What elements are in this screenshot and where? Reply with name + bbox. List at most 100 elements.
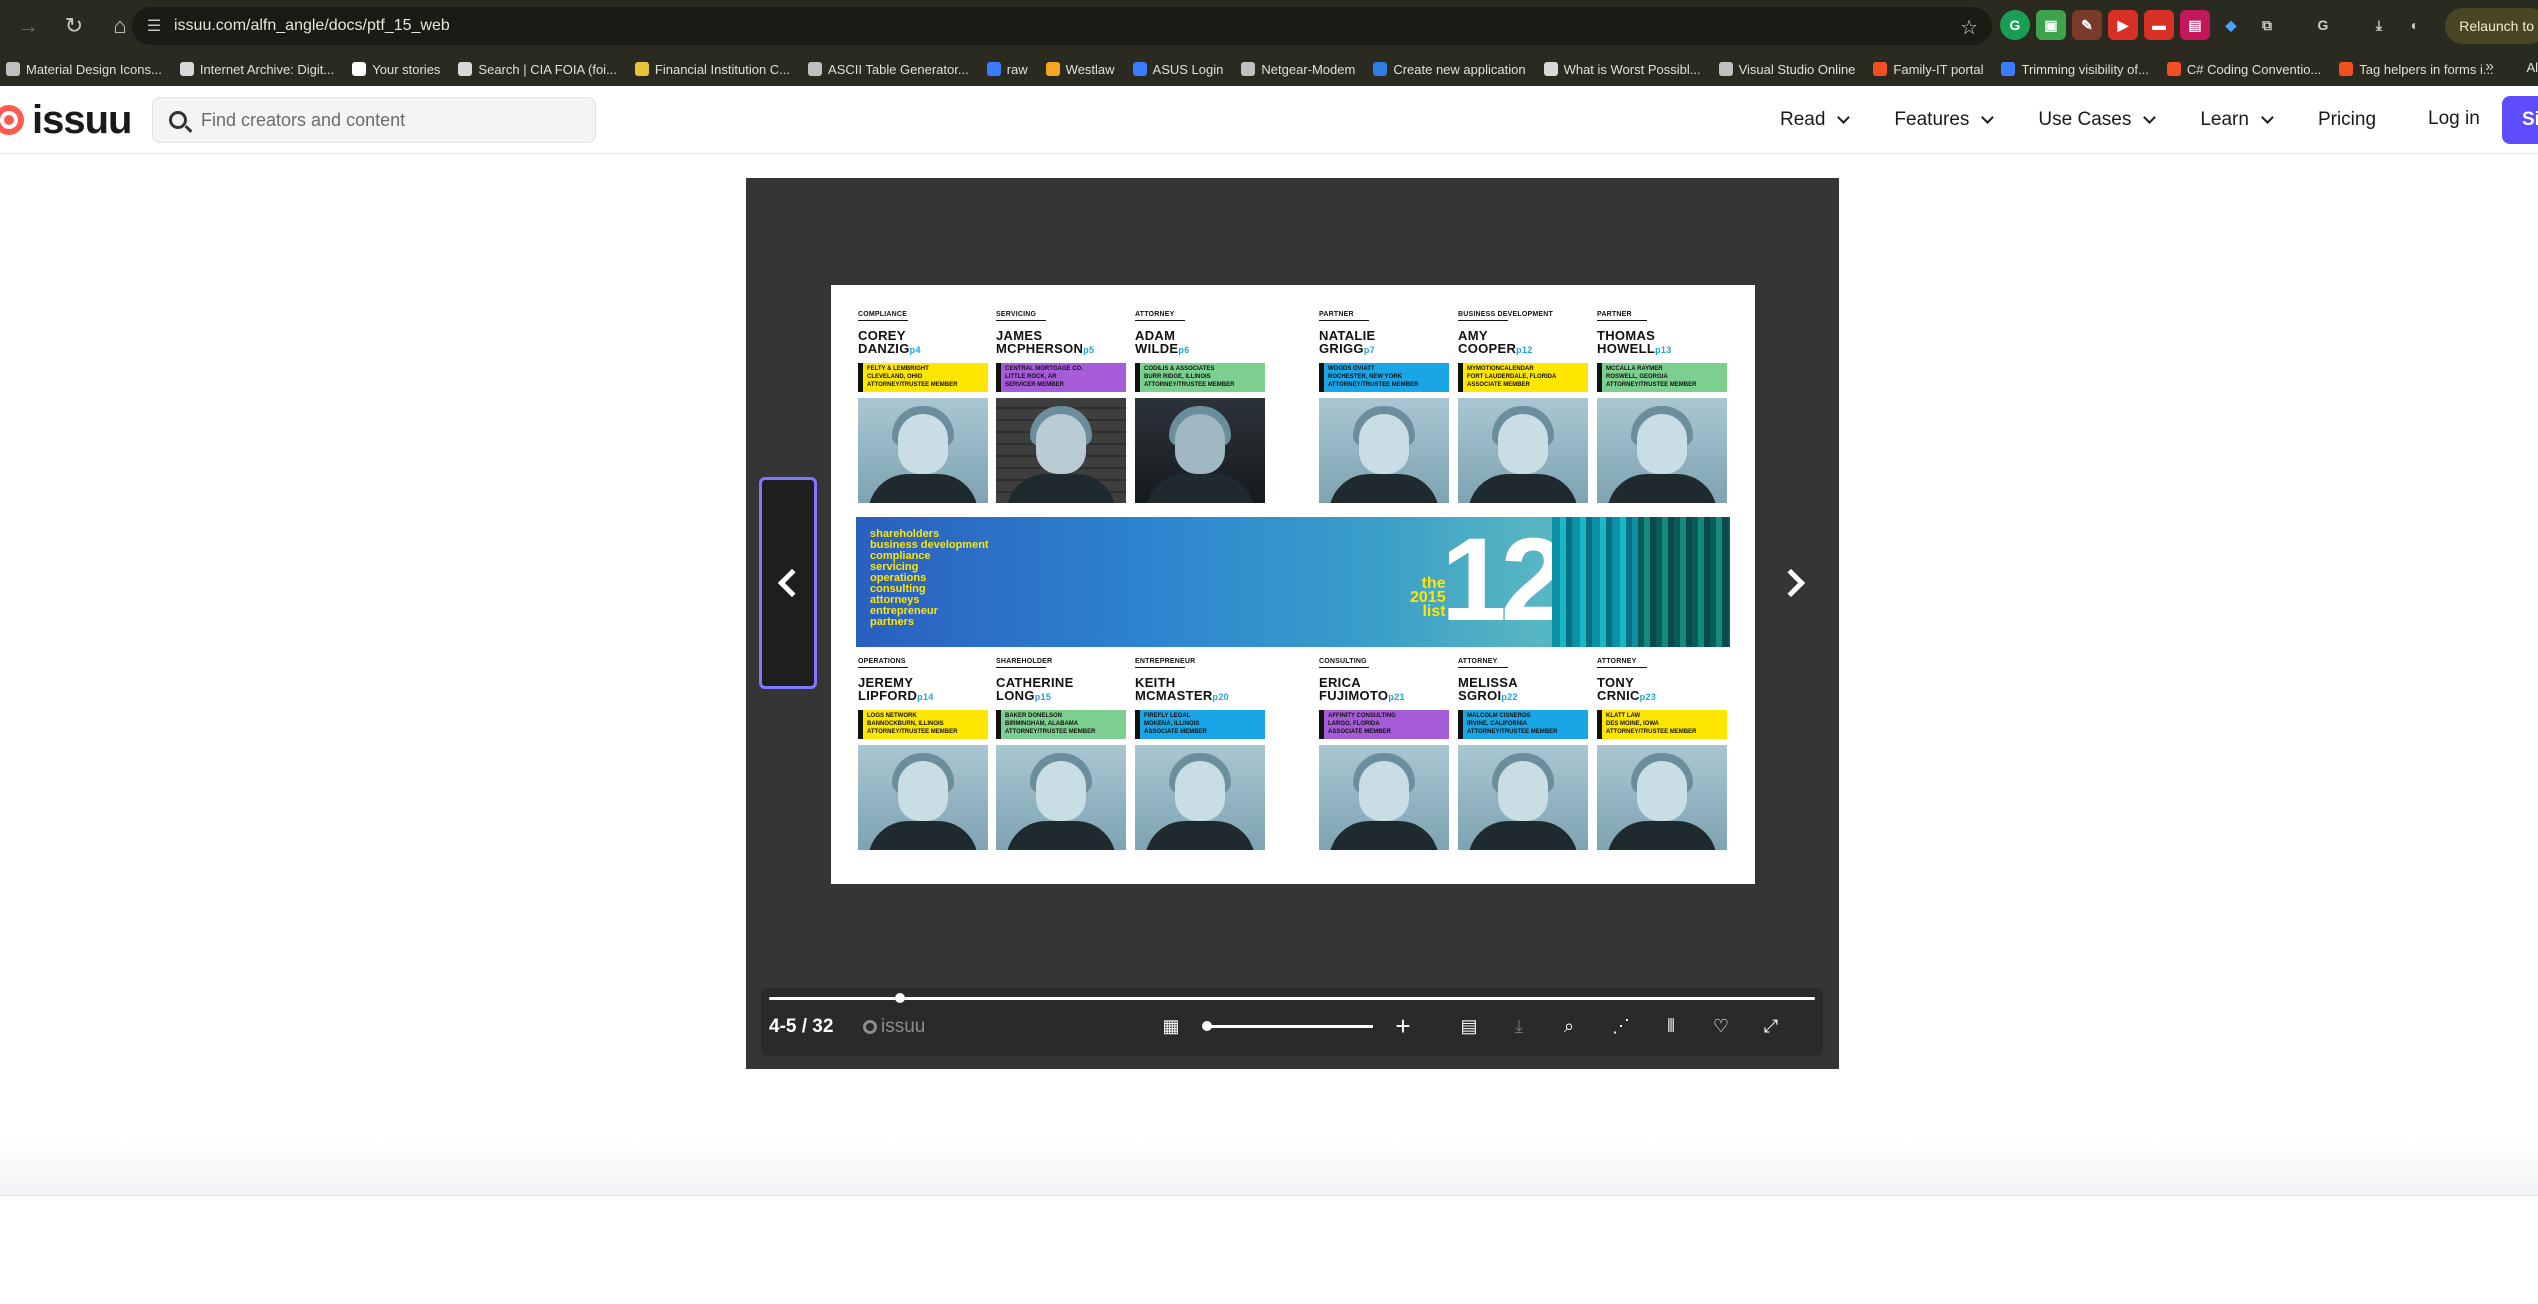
bookmark-item[interactable]: Internet Archive: Digit...: [179, 62, 334, 77]
grid-view-icon[interactable]: ▦: [1159, 1014, 1183, 1038]
person-photo: [858, 745, 988, 850]
login-link[interactable]: Log in: [2428, 108, 2480, 130]
menu-item-read[interactable]: Read: [1780, 109, 1851, 131]
person-card: PARTNER THOMAS HOWELLp13 MCCALLA RAYMER ROSW…: [1597, 311, 1727, 503]
fullscreen-icon[interactable]: ⤢: [1759, 1014, 1783, 1038]
zoom-handle[interactable]: [1202, 1021, 1212, 1031]
menu-item-label: Pricing: [2317, 109, 2377, 130]
company-tag: MCCALLA RAYMER ROSWELL, GEORGIA ATTORNEY/T…: [1597, 363, 1727, 392]
portrait-shoulders: [1006, 474, 1116, 503]
menu-item-learn[interactable]: Learn: [2200, 109, 2274, 131]
chevron-left-icon: [777, 568, 807, 598]
extension-icon[interactable]: G: [2000, 10, 2030, 40]
progress-handle[interactable]: [894, 993, 905, 1003]
extensions-puzzle-icon[interactable]: ⧉: [2252, 10, 2282, 40]
signup-button[interactable]: Si: [2502, 96, 2538, 144]
google-icon[interactable]: G: [2308, 10, 2338, 40]
magazine-spread: shareholders business development complian…: [831, 285, 1755, 884]
person-name: JAMES MCPHERSONp5: [996, 329, 1126, 357]
download-icon[interactable]: ⤓: [2364, 10, 2394, 40]
bookmark-item[interactable]: Family-IT portal: [1873, 62, 1983, 77]
portrait-head: [1359, 761, 1409, 821]
all-bookmarks-folder[interactable]: Al: [2526, 60, 2538, 75]
menu-item-pricing[interactable]: Pricing: [2318, 109, 2376, 131]
bookmark-item[interactable]: Search | CIA FOIA (foi...: [458, 62, 617, 77]
bookmark-item[interactable]: What is Worst Possibl...: [1543, 62, 1701, 77]
company-tag-line: ATTORNEY/TRUSTEE MEMBER: [867, 729, 958, 735]
search-input[interactable]: [201, 109, 581, 131]
search-box[interactable]: [152, 97, 596, 143]
page-reference: p14: [917, 692, 934, 702]
bookmark-item[interactable]: ASCII Table Generator...: [808, 62, 969, 77]
extension-icon[interactable]: ▶: [2108, 10, 2138, 40]
person-photo: [1458, 745, 1588, 850]
menu-item-features[interactable]: Features: [1894, 109, 1995, 131]
company-tag-line: ATTORNEY/TRUSTEE MEMBER: [1606, 382, 1697, 388]
bookmark-favicon-icon: [2166, 62, 2181, 76]
bookmark-item[interactable]: ASUS Login: [1132, 62, 1223, 77]
next-page-button[interactable]: [1766, 477, 1824, 689]
portrait-shoulders: [1468, 474, 1578, 503]
issuu-logo[interactable]: issuu: [0, 98, 132, 142]
bookmark-item[interactable]: Your stories: [352, 62, 440, 77]
portrait-shoulders: [1607, 821, 1717, 850]
site-info-icon[interactable]: ☰: [144, 16, 164, 36]
person-last-name-line: LIPFORDp14: [858, 689, 988, 704]
person-last-name-line: GRIGGp7: [1319, 342, 1449, 357]
forward-icon[interactable]: →: [10, 8, 46, 44]
extension-icon[interactable]: ▬: [2144, 10, 2174, 40]
search-document-icon[interactable]: ⌕: [1557, 1014, 1581, 1038]
bookmark-item[interactable]: Visual Studio Online: [1718, 62, 1855, 77]
more-publications-icon[interactable]: ⫴: [1659, 1014, 1683, 1038]
zoom-slider[interactable]: [1202, 1021, 1373, 1031]
zoom-in-icon[interactable]: +: [1391, 1011, 1415, 1041]
like-heart-icon[interactable]: ♡: [1709, 1014, 1733, 1038]
portrait-head: [898, 761, 948, 821]
reader-mode-icon[interactable]: ▤: [1457, 1014, 1481, 1038]
bookmark-item[interactable]: Financial Institution C...: [634, 62, 790, 77]
bookmark-item[interactable]: Trimming visibility of...: [2001, 62, 2149, 77]
profile-icon[interactable]: ◐: [2400, 10, 2430, 40]
bookmark-label: Your stories: [372, 61, 441, 77]
bookmarks-overflow-icon[interactable]: »: [2485, 58, 2494, 76]
reload-icon[interactable]: ↻: [56, 8, 92, 44]
relaunch-button[interactable]: Relaunch to: [2445, 8, 2538, 44]
company-tag-line: DES MOINE, IOWA: [1606, 721, 1660, 727]
bookmark-star-icon[interactable]: ☆: [1960, 15, 1978, 40]
bookmark-item[interactable]: Tag helpers in forms i...: [2339, 61, 2494, 77]
menu-item-use-cases[interactable]: Use Cases: [2038, 109, 2157, 131]
person-card: ATTORNEY ADAM WILDEp6 CODILIS & ASSOCIATES B…: [1135, 311, 1265, 503]
company-tag-line: ASSOCIATE MEMBER: [1328, 729, 1391, 735]
address-bar[interactable]: ☰ issuu.com/alfn_angle/docs/ptf_15_web ☆: [132, 7, 1992, 45]
bookmark-item[interactable]: raw: [986, 62, 1028, 77]
person-last-name-line: FUJIMOTOp21: [1319, 689, 1449, 704]
cover-banner: shareholders business development complian…: [856, 517, 1730, 647]
share-icon[interactable]: ⋰: [1609, 1014, 1633, 1038]
bookmark-item[interactable]: Netgear-Modem: [1241, 62, 1355, 77]
company-tag: FELTY & LEMBRIGHT CLEVELAND, OHIO ATTORNEY…: [858, 363, 988, 392]
download-icon[interactable]: ⤓: [1507, 1014, 1531, 1038]
portrait-shoulders: [868, 474, 978, 503]
bookmark-favicon-icon: [2001, 62, 2016, 76]
extension-icon[interactable]: ◆: [2216, 10, 2246, 40]
bookmark-label: Tag helpers in forms i...: [2359, 61, 2494, 77]
page-reference: p20: [1212, 692, 1229, 702]
person-card: CONSULTING ERICA FUJIMOTOp21 AFFINITY CONSU…: [1319, 658, 1449, 850]
bookmark-item[interactable]: Create new application: [1373, 61, 1526, 77]
extension-icon[interactable]: ▤: [2180, 10, 2210, 40]
person-name: ADAM WILDEp6: [1135, 329, 1265, 357]
page-progress-slider[interactable]: [769, 993, 1815, 1003]
previous-page-button[interactable]: [759, 477, 817, 689]
company-tag: MYMOTIONCALENDAR FORT LAUDERDALE, FLORIDA…: [1458, 363, 1588, 392]
bookmark-label: Create new application: [1393, 61, 1526, 77]
company-tag-line: CODILIS & ASSOCIATES: [1144, 366, 1215, 372]
extension-icon[interactable]: ✎: [2072, 10, 2102, 40]
page-reference: p21: [1388, 692, 1405, 702]
bookmark-item[interactable]: Westlaw: [1045, 62, 1115, 77]
company-tag-line: ATTORNEY/TRUSTEE MEMBER: [1144, 382, 1235, 388]
person-role: OPERATIONS: [858, 658, 908, 668]
extension-icon[interactable]: ▣: [2036, 10, 2066, 40]
logo-text: issuu: [32, 98, 132, 142]
bookmark-item[interactable]: C# Coding Conventio...: [2166, 62, 2321, 77]
bookmark-item[interactable]: Material Design Icons...: [6, 62, 162, 77]
